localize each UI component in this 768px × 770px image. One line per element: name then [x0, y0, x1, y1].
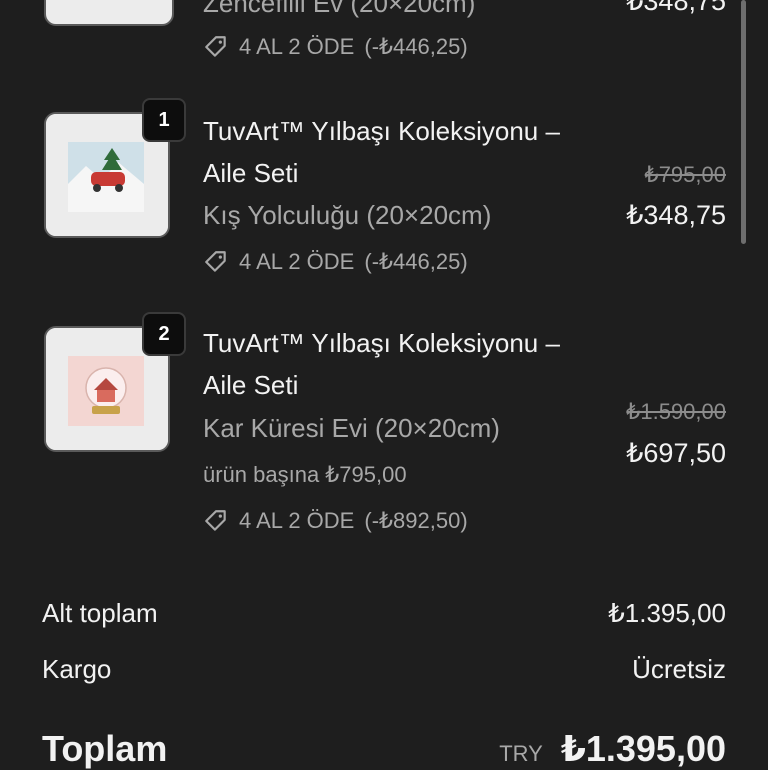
discount-label: 4 AL 2 ÖDE — [239, 508, 355, 533]
shipping-row: Kargo Ücretsiz — [42, 654, 726, 685]
quantity-badge: 2 — [142, 312, 186, 356]
original-price: ₺795,00 — [644, 162, 726, 187]
discount-label: 4 AL 2 ÖDE — [239, 34, 355, 59]
scrollbar[interactable] — [741, 0, 746, 244]
discount-amount: (-₺892,50) — [364, 508, 468, 533]
shipping-label: Kargo — [42, 654, 112, 684]
product-variant: Kar Küresi Evi (20×20cm) — [203, 413, 500, 443]
total-label: Toplam — [42, 728, 168, 769]
tag-icon — [205, 510, 226, 531]
discount-line: 4 AL 2 ÖDE (-₺446,25) — [203, 249, 468, 275]
product-price: ₺697,50 — [626, 438, 726, 468]
currency-code: TRY — [499, 741, 543, 766]
quantity-badge: 1 — [142, 98, 186, 142]
product-thumbnail-wrap: 1 — [44, 98, 186, 238]
product-title: TuvArt™ Yılbaşı Koleksiyonu – Aile Seti — [203, 328, 560, 400]
product-variant: Zencefilli Ev (20×20cm) — [203, 0, 476, 18]
original-price: ₺1.590,00 — [626, 399, 726, 424]
product-price: ₺348,75 — [626, 200, 726, 230]
product-thumbnail — [44, 0, 174, 26]
discount-line: 4 AL 2 ÖDE (-₺892,50) — [203, 508, 468, 534]
product-price: ₺348,75 — [626, 0, 726, 16]
product-variant: Kış Yolculuğu (20×20cm) — [203, 200, 492, 230]
discount-label: 4 AL 2 ÖDE — [239, 249, 355, 274]
subtotal-value: ₺1.395,00 — [608, 598, 726, 628]
discount-line: 4 AL 2 ÖDE (-₺446,25) — [203, 34, 468, 60]
tag-icon — [205, 36, 226, 57]
product-title: TuvArt™ Yılbaşı Koleksiyonu – Aile Seti — [203, 116, 560, 188]
subtotal-label: Alt toplam — [42, 598, 158, 628]
subtotal-row: Alt toplam ₺1.395,00 — [42, 598, 726, 629]
discount-amount: (-₺446,25) — [364, 249, 468, 274]
total-right: TRY ₺1.395,00 — [499, 728, 726, 770]
product-thumbnail-wrap: 2 — [44, 312, 186, 452]
total-value: ₺1.395,00 — [560, 728, 726, 769]
discount-amount: (-₺446,25) — [364, 34, 468, 59]
shipping-value: Ücretsiz — [632, 654, 726, 684]
unit-price: ürün başına ₺795,00 — [203, 462, 407, 487]
total-row: Toplam TRY ₺1.395,00 — [42, 728, 726, 770]
tag-icon — [205, 251, 226, 272]
